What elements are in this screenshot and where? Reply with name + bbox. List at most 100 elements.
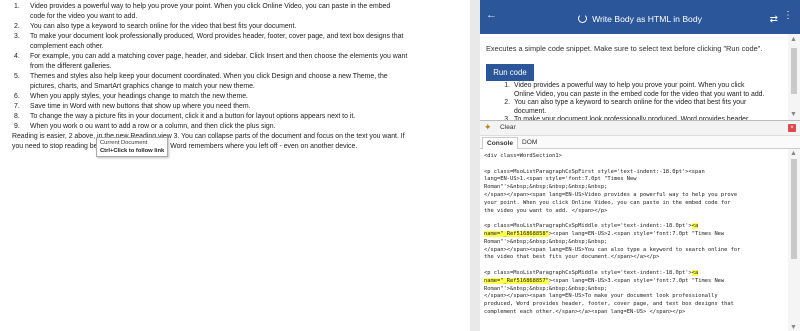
output-text: Video provides a powerful way to help yo… [514, 82, 786, 99]
code-line: name="_Ref516868857"><span lang=EN-US>3.… [484, 277, 784, 286]
code-line: <p class=MsoListParagraphCxSpFirst style… [484, 169, 784, 177]
run-code-button[interactable]: Run code [486, 64, 534, 81]
devtools-toolbar: ✦ Clear × [480, 121, 800, 136]
code-text: the video that best fits your document.<… [484, 254, 660, 261]
code-text: </span></span><span lang=EN-US>To make y… [484, 293, 718, 300]
list-text: Save time in Word with new buttons that … [30, 102, 460, 112]
scroll-thumb[interactable] [791, 48, 797, 94]
scroll-thumb[interactable] [791, 159, 797, 259]
pane-divider [470, 0, 480, 331]
pane-title: Write Body as HTML in Body [480, 14, 800, 24]
scroll-down-icon[interactable]: ▼ [790, 324, 797, 331]
output-list: 1. Video provides a powerful way to help … [486, 82, 786, 120]
highlighted-anchor: name="_Ref516868857" [484, 277, 549, 284]
tooltip-line2: Ctrl+Click to follow link [100, 148, 165, 154]
list-text-line: To change the way a picture fits in your… [30, 113, 356, 120]
close-icon[interactable]: × [788, 124, 796, 132]
list-item: 7. Save time in Word with new buttons tha… [12, 102, 460, 112]
highlighted-anchor: <a [691, 223, 699, 230]
body-paragraph: Reading is easier, 2 above, in the new R… [12, 132, 460, 152]
console-output: <div class=WordSection1> <p class=MsoList… [484, 153, 784, 330]
document-body[interactable]: 1. Video provides a powerful way to help … [0, 0, 470, 331]
code-text: <div class=WordSection1> [484, 153, 562, 159]
tab-console[interactable]: Console [482, 137, 519, 149]
scroll-up-icon[interactable]: ▲ [790, 36, 797, 43]
list-item: 9. When you work o ou want to add a row o… [12, 122, 460, 132]
code-text: complement each other.</span></a><span l… [484, 308, 686, 315]
list-text: To change the way a picture fits in your… [30, 112, 460, 122]
output-text-line: You can also type a keyword to search on… [514, 99, 747, 107]
list-item: 3. To make your document look professiona… [12, 32, 460, 52]
list-item: 1. Video provides a powerful way to help … [12, 2, 460, 22]
code-text: <p class=MsoListParagraphCxSpMiddle styl… [484, 223, 692, 230]
swap-icon[interactable]: ⇄ [770, 14, 778, 25]
scroll-down-icon[interactable]: ▼ [790, 111, 797, 118]
code-line: </span></span><span lang=EN-US>Video pro… [484, 192, 784, 200]
code-text: <p class=MsoListParagraphCxSpMiddle styl… [484, 269, 692, 276]
list-text-line: To make your document look professionall… [30, 33, 404, 40]
highlighted-anchor: <a [691, 269, 699, 276]
list-number: 4. [14, 53, 20, 60]
list-text-line: complement each other. [30, 43, 104, 50]
code-line: Roman"'>&nbsp;&nbsp;&nbsp;&nbsp;&nbsp; [484, 286, 784, 294]
output-text-line: Video provides a powerful way to help yo… [514, 82, 745, 89]
list-item: 4. For example, you can add a matching co… [12, 52, 460, 72]
list-number: 3. [14, 33, 20, 40]
console-scrollbar[interactable]: ▲ ▼ [788, 149, 800, 331]
code-line: complement each other.</span></a><span l… [484, 309, 784, 317]
paragraph-line: you need to stop reading before you reac… [12, 143, 358, 150]
more-icon[interactable]: ⋮ [783, 10, 793, 21]
inspect-cursor-icon[interactable]: ✦ [484, 122, 492, 133]
code-text: the video you want to add. </span></p> [484, 207, 608, 214]
list-number: 8. [14, 113, 20, 120]
list-text-line: Video provides a powerful way to help yo… [30, 3, 391, 10]
code-line: the video that best fits your document.<… [484, 254, 784, 262]
code-line: name="_Ref516868858"><span lang=EN-US>2.… [484, 230, 784, 239]
list-text: For example, you can add a matching cove… [30, 52, 460, 72]
list-number: 6. [14, 93, 20, 100]
code-text: Roman"'>&nbsp;&nbsp;&nbsp;&nbsp;&nbsp; [484, 285, 608, 292]
list-item: 6. When you apply styles, your headings c… [12, 92, 460, 102]
list-text-line: pictures, charts, and SmartArt graphics … [30, 83, 255, 90]
code-text: Roman"'>&nbsp;&nbsp;&nbsp;&nbsp;&nbsp; [484, 184, 608, 191]
scroll-up-icon[interactable]: ▲ [790, 150, 797, 157]
list-item: 2. You can also type a keyword to search … [12, 22, 460, 32]
list-text-line: For example, you can add a matching cove… [30, 53, 408, 60]
output-item: 1. Video provides a powerful way to help … [486, 82, 786, 99]
list-number: 5. [14, 73, 20, 80]
code-line: </span></span><span lang=EN-US>To make y… [484, 293, 784, 301]
list-text: Themes and styles also help keep your do… [30, 72, 460, 92]
code-line: the video you want to add. </span></p> [484, 208, 784, 216]
code-text: your point. When you click Online Video,… [484, 199, 731, 206]
code-text: </span></span><span lang=EN-US>You can a… [484, 246, 741, 253]
code-line: Roman"'>&nbsp;&nbsp;&nbsp;&nbsp;&nbsp; [484, 184, 784, 192]
pane-scrollbar[interactable]: ▲ ▼ [788, 34, 800, 120]
list-number: 2. [14, 23, 20, 30]
highlighted-anchor: name="_Ref516868858" [484, 230, 549, 237]
code-text: ><span lang=EN-US>2.<span style='font:7.… [548, 230, 725, 237]
refresh-icon [578, 14, 588, 23]
list-text-line: When you work o ou want to add a row or … [30, 123, 276, 130]
paragraph-line: Reading is easier, 2 above, in the new R… [12, 133, 405, 140]
list-text: When you work o ou want to add a row or … [30, 122, 460, 132]
snippet-description: Executes a simple code snippet. Make sur… [486, 44, 763, 53]
code-text: <p class=MsoListParagraphCxSpFirst style… [484, 168, 705, 175]
code-text: produced, Word provides header, footer, … [484, 301, 734, 308]
list-text-line: from the different galleries. [30, 63, 112, 70]
output-item: 2. You can also type a keyword to search … [486, 99, 786, 116]
tooltip-line1: Current Document [100, 140, 148, 146]
list-number: 1. [14, 3, 20, 10]
output-text: You can also type a keyword to search on… [514, 99, 786, 116]
clear-button[interactable]: Clear [500, 124, 516, 131]
list-text-line: Themes and styles also help keep your do… [30, 73, 388, 80]
pane-title-text: Write Body as HTML in Body [592, 14, 702, 24]
tab-dom[interactable]: DOM [518, 137, 541, 149]
code-line: lang=EN-US>1.<span style='font:7.0pt "Ti… [484, 176, 784, 184]
output-number: 2. [504, 99, 510, 107]
list-item: 5. Themes and styles also help keep your … [12, 72, 460, 92]
list-item: 8. To change the way a picture fits in yo… [12, 112, 460, 122]
list-text-line: You can also type a keyword to search on… [30, 23, 297, 30]
code-text: ><span lang=EN-US>3.<span style='font:7.… [548, 277, 725, 284]
hyperlink-tooltip: Current Document Ctrl+Click to follow li… [96, 137, 169, 157]
